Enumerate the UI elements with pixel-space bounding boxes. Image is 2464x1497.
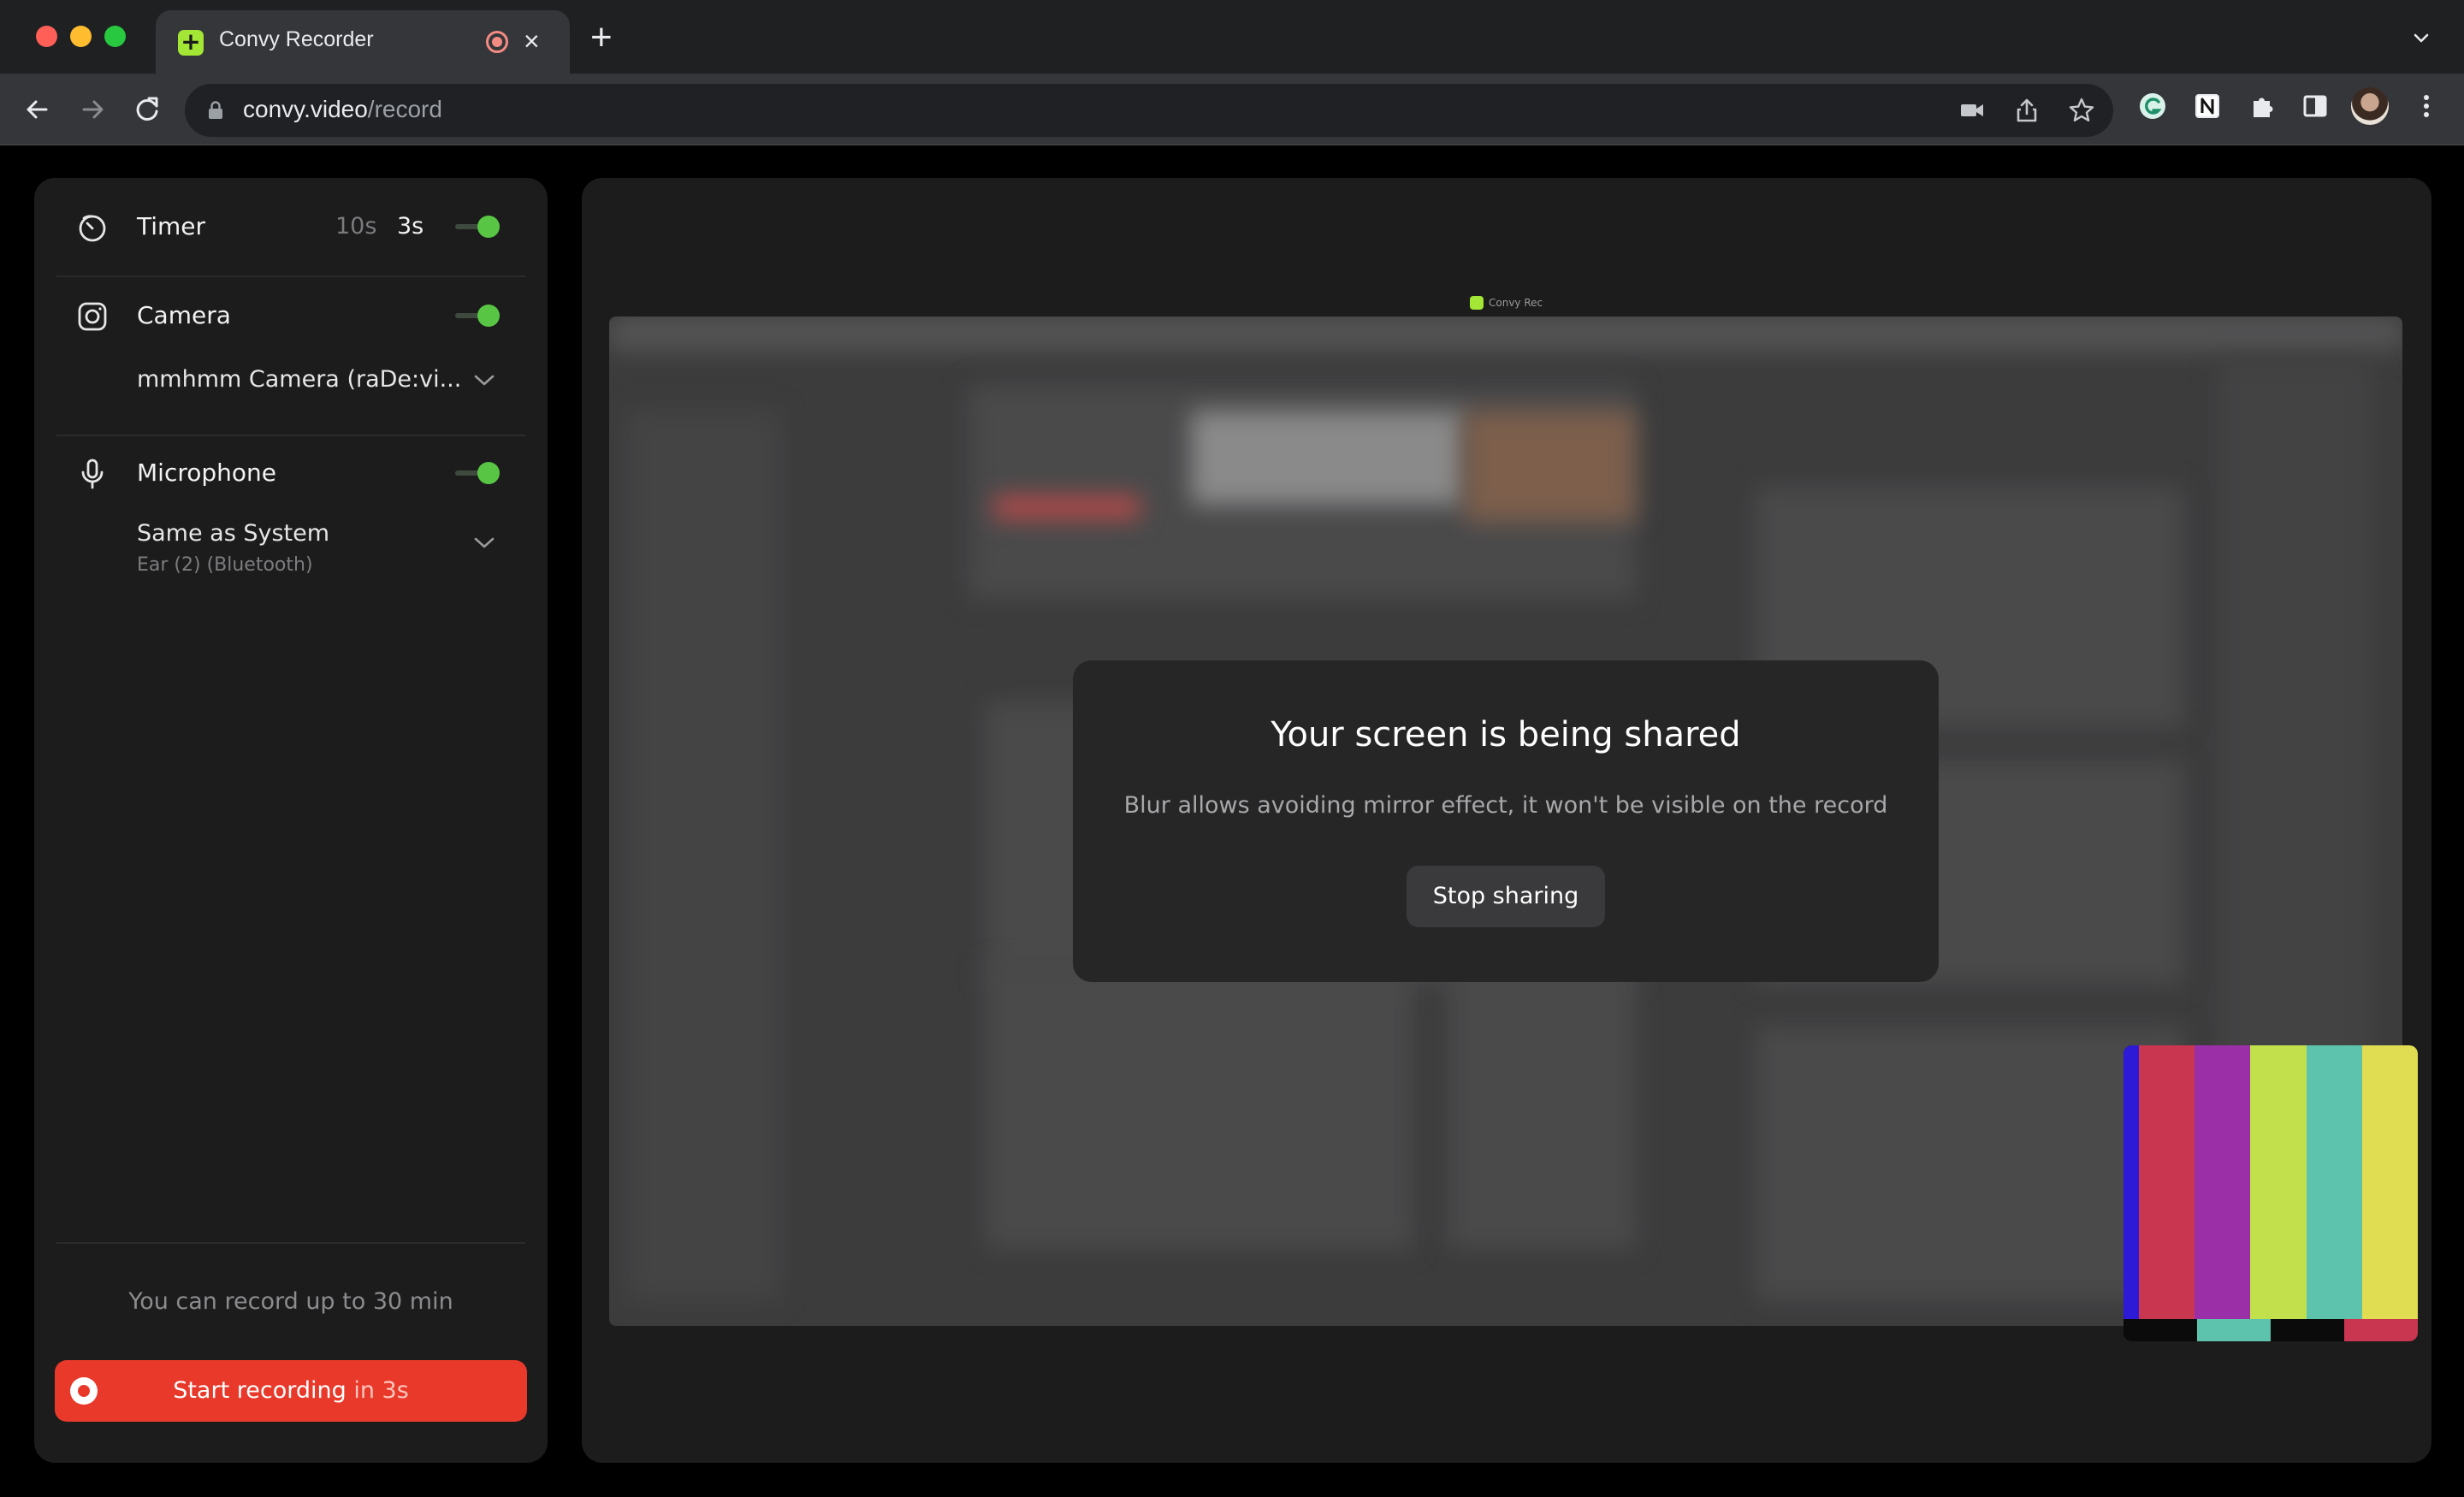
camera-color-bar (2139, 1045, 2196, 1319)
forward-arrow-icon[interactable] (74, 91, 111, 128)
camera-label: Camera (137, 301, 231, 329)
stop-sharing-button[interactable]: Stop sharing (1407, 866, 1605, 927)
profile-avatar[interactable] (2351, 87, 2389, 125)
lock-icon[interactable] (207, 101, 224, 120)
camera-color-sub-bar (2123, 1319, 2198, 1341)
camera-color-bar (2250, 1045, 2307, 1319)
recording-indicator-icon (486, 31, 508, 53)
reload-icon[interactable] (128, 91, 166, 128)
recording-settings-panel: Timer 10s 3s Camera mmhmm Camera (raDe:v… (34, 178, 548, 1463)
camera-in-use-icon[interactable] (1958, 96, 1987, 125)
blurred-region (626, 411, 780, 1300)
timer-label: Timer (137, 212, 206, 240)
share-icon[interactable] (2012, 96, 2041, 125)
url-path: /record (367, 96, 442, 122)
camera-color-sub-bar (2344, 1319, 2418, 1341)
blurred-region (1465, 411, 1636, 522)
blurred-region (609, 317, 2402, 351)
camera-color-bar (2361, 1045, 2418, 1319)
timer-row: Timer 10s 3s (34, 178, 548, 275)
address-bar[interactable]: convy.video/record (185, 84, 2113, 137)
camera-preview-bubble[interactable] (2123, 1045, 2418, 1341)
timer-option-3s[interactable]: 3s (397, 213, 424, 240)
camera-color-bar (2123, 1045, 2139, 1319)
tab-title: Convy Recorder (219, 27, 374, 51)
blurred-region (1756, 1027, 2183, 1300)
microphone-row: Microphone Same as System Ear (2) (Bluet… (34, 436, 548, 624)
microphone-icon (81, 459, 104, 489)
chevron-down-icon (474, 537, 495, 548)
toggle-knob (477, 305, 500, 327)
browser-tab-active[interactable]: + Convy Recorder × (156, 10, 570, 74)
new-tab-button[interactable]: + (590, 19, 613, 56)
camera-toggle[interactable] (455, 305, 500, 327)
kebab-menu-icon[interactable] (2411, 91, 2442, 121)
window-close-button[interactable] (36, 26, 57, 47)
microphone-device-sub: Ear (2) (Bluetooth) (137, 554, 313, 576)
camera-row: Camera mmhmm Camera (raDe:vi... (34, 277, 548, 435)
convy-favicon-icon: + (178, 30, 204, 56)
blurred-region (1448, 967, 1636, 1249)
blurred-region (994, 496, 1140, 518)
bookmark-star-icon[interactable] (2067, 96, 2096, 125)
tab-search-chevron-icon[interactable] (2411, 27, 2431, 48)
dialog-subtitle: Blur allows avoiding mirror effect, it w… (1123, 792, 1888, 819)
browser-tab-bar: + Convy Recorder × + (0, 0, 2464, 74)
notion-extension-icon[interactable] (2192, 91, 2223, 121)
microphone-toggle[interactable] (455, 462, 500, 484)
microphone-device-value: Same as System (137, 520, 330, 547)
camera-icon (78, 302, 107, 331)
browser-toolbar: convy.video/record (0, 74, 2464, 145)
countdown-suffix: in 3s (346, 1377, 409, 1404)
url-host: convy.video (243, 96, 368, 122)
microphone-label: Microphone (137, 459, 276, 487)
toggle-knob (477, 216, 500, 238)
side-panel-icon[interactable] (2300, 91, 2331, 121)
stop-sharing-label: Stop sharing (1432, 883, 1579, 909)
start-recording-button[interactable]: Start recording in 3s (55, 1360, 527, 1422)
dialog-title: Your screen is being shared (1270, 715, 1741, 754)
extensions-puzzle-icon[interactable] (2247, 91, 2277, 121)
window-zoom-button[interactable] (104, 26, 126, 47)
recording-limit-text: You can record up to 30 min (128, 1288, 453, 1315)
shared-window-title: Convy Rec (1489, 297, 1543, 309)
start-recording-label: Start recording in 3s (55, 1377, 527, 1404)
blurred-region (1191, 411, 1465, 505)
toggle-knob (477, 462, 500, 484)
tab-close-button[interactable]: × (524, 24, 540, 58)
camera-color-sub-bar (2197, 1319, 2272, 1341)
camera-color-sub-bar (2271, 1319, 2345, 1341)
convy-favicon-icon (1470, 296, 1484, 310)
timer-toggle[interactable] (455, 216, 500, 238)
camera-color-bar (2306, 1045, 2363, 1319)
grammar-extension-icon[interactable] (2137, 91, 2168, 121)
window-minimize-button[interactable] (70, 26, 92, 47)
chevron-down-icon (474, 375, 495, 386)
camera-device-value: mmhmm Camera (raDe:vi... (137, 366, 462, 393)
camera-color-bar (2194, 1045, 2252, 1319)
blurred-region (986, 967, 1413, 1249)
back-arrow-icon[interactable] (19, 91, 56, 128)
divider (56, 1242, 525, 1244)
start-recording-text: Start recording (173, 1377, 346, 1404)
url-text[interactable]: convy.video/record (243, 96, 442, 123)
stopwatch-icon (79, 215, 106, 242)
screen-shared-dialog: Your screen is being shared Blur allows … (1073, 660, 1939, 982)
timer-option-10s[interactable]: 10s (335, 213, 376, 240)
